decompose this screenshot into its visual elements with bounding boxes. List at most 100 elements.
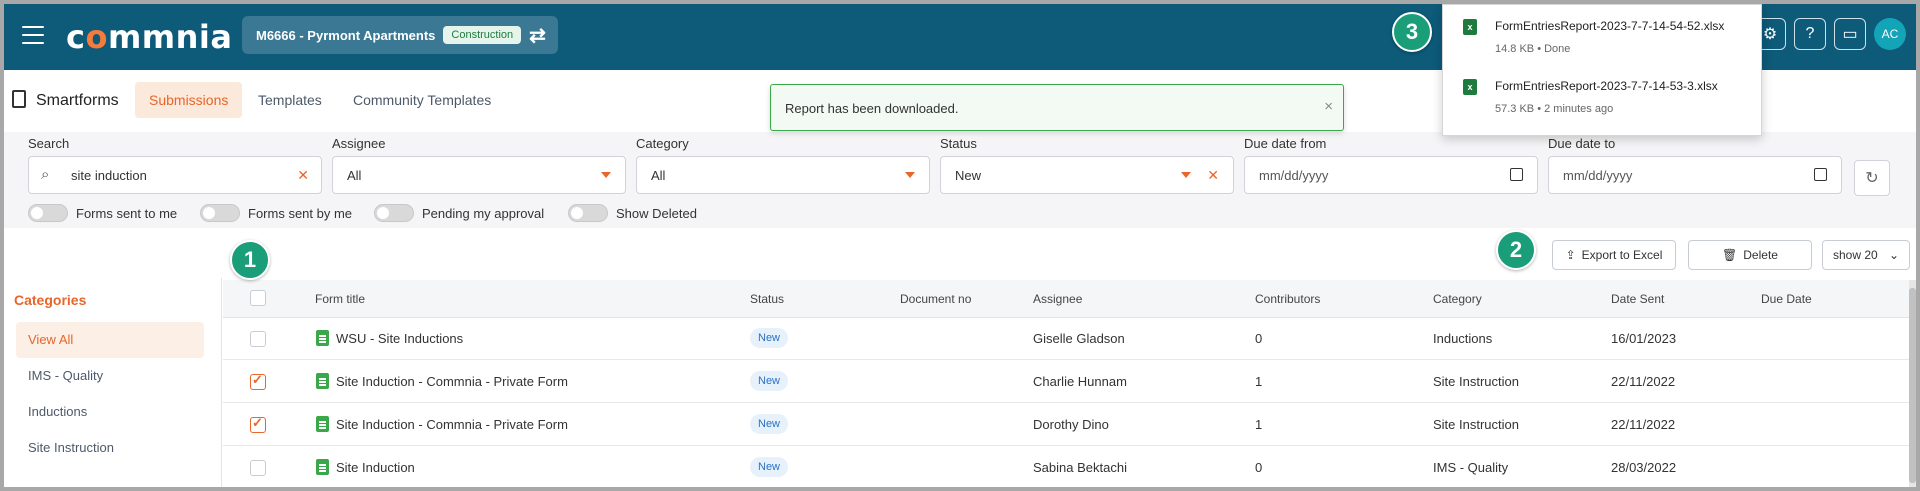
due-from-label: Due date from: [1244, 136, 1327, 151]
status-label: Status: [940, 136, 977, 151]
table-row[interactable]: Site Induction - Commnia - Private Form …: [223, 404, 1909, 446]
toggle-label: Forms sent to me: [76, 205, 178, 221]
delete-button[interactable]: 🗑 Delete: [1688, 240, 1812, 270]
form-icon: [316, 373, 329, 389]
assignee-value: All: [347, 167, 362, 183]
download-toast: Report has been downloaded. ×: [770, 84, 1344, 131]
chat-icon[interactable]: ▭: [1834, 18, 1866, 50]
toggle-show-deleted[interactable]: Show Deleted: [568, 204, 697, 222]
swap-icon[interactable]: ⇄: [529, 23, 546, 48]
step-marker-1: 1: [230, 240, 270, 280]
logo: commnia: [66, 18, 233, 56]
due-to-placeholder: mm/dd/yyyy: [1563, 167, 1633, 183]
toggle-forms-sent-by-me[interactable]: Forms sent by me: [200, 204, 352, 222]
tab-templates[interactable]: Templates: [244, 82, 336, 118]
category-item-inductions[interactable]: Inductions: [16, 394, 204, 430]
column-header-form-title[interactable]: Form title: [315, 292, 365, 306]
column-header-due-date[interactable]: Due Date: [1761, 292, 1812, 306]
select-all-checkbox[interactable]: [250, 290, 266, 306]
clear-search-icon[interactable]: ✕: [297, 167, 309, 184]
date-sent: 22/11/2022: [1611, 417, 1676, 432]
toggle-switch[interactable]: [568, 204, 608, 222]
due-from-input[interactable]: mm/dd/yyyy: [1244, 156, 1538, 194]
download-file-meta: 57.3 KB • 2 minutes ago: [1495, 103, 1614, 115]
form-title[interactable]: Site Induction - Commnia - Private Form: [336, 374, 568, 389]
form-title[interactable]: Site Induction - Commnia - Private Form: [336, 417, 568, 432]
search-input[interactable]: ⌕ site induction ✕: [28, 156, 322, 194]
calendar-icon[interactable]: [1510, 168, 1523, 181]
category-select[interactable]: All: [636, 156, 930, 194]
step-marker-2: 2: [1496, 230, 1536, 270]
download-file-name[interactable]: FormEntriesReport-2023-7-7-14-53-3.xlsx: [1495, 79, 1718, 93]
toggle-label: Show Deleted: [616, 205, 697, 221]
status-badge: New: [750, 371, 789, 391]
status-value: New: [955, 167, 982, 183]
toggle-switch[interactable]: [28, 204, 68, 222]
download-file-meta: 14.8 KB • Done: [1495, 43, 1571, 55]
table-row[interactable]: Site Induction New Sabina Bektachi 0 IMS…: [223, 447, 1909, 487]
column-header-category[interactable]: Category: [1433, 292, 1482, 306]
category: IMS - Quality: [1433, 460, 1509, 475]
toast-message: Report has been downloaded.: [785, 101, 959, 116]
category-item-site-instruction[interactable]: Site Instruction: [16, 430, 204, 466]
toggle-pending-my-approval[interactable]: Pending my approval: [374, 204, 544, 222]
column-header-document-no[interactable]: Document no: [900, 292, 971, 306]
contributors: 1: [1255, 417, 1263, 432]
category-item-view-all[interactable]: View All: [16, 322, 204, 358]
export-label: Export to Excel: [1581, 248, 1663, 262]
due-to-label: Due date to: [1548, 136, 1616, 151]
close-icon[interactable]: ×: [1324, 98, 1333, 115]
column-header-date-sent[interactable]: Date Sent: [1611, 292, 1664, 306]
toggle-switch[interactable]: [374, 204, 414, 222]
toggle-switch[interactable]: [200, 204, 240, 222]
calendar-icon[interactable]: [1814, 168, 1827, 181]
status-badge: New: [750, 414, 789, 434]
project-selector[interactable]: M6666 - Pyrmont Apartments Construction …: [242, 16, 558, 54]
clear-status-icon[interactable]: ✕: [1207, 167, 1219, 184]
row-checkbox[interactable]: [250, 372, 266, 390]
download-item[interactable]: x FormEntriesReport-2023-7-7-14-53-3.xls…: [1443, 67, 1763, 127]
project-status-badge: Construction: [443, 26, 522, 44]
toggle-forms-sent-to-me[interactable]: Forms sent to me: [28, 204, 177, 222]
tab-community-templates[interactable]: Community Templates: [339, 82, 505, 118]
column-header-status[interactable]: Status: [750, 292, 784, 306]
form-title[interactable]: Site Induction: [336, 460, 415, 475]
page-size-select[interactable]: show 20 ⌄: [1822, 240, 1910, 270]
filter-panel: Search ⌕ site induction ✕ Assignee All C…: [4, 132, 1916, 228]
form-title[interactable]: WSU - Site Inductions: [336, 331, 463, 346]
column-header-assignee[interactable]: Assignee: [1033, 292, 1082, 306]
chevron-down-icon: [1181, 172, 1191, 178]
toggle-label: Pending my approval: [422, 205, 545, 221]
scrollbar-thumb[interactable]: [1909, 288, 1916, 483]
export-to-excel-button[interactable]: ⇪ Export to Excel: [1552, 240, 1676, 270]
help-icon[interactable]: ?: [1794, 18, 1826, 50]
assignee: Giselle Gladson: [1033, 331, 1125, 346]
column-header-contributors[interactable]: Contributors: [1255, 292, 1320, 306]
form-icon: [316, 330, 329, 346]
status-select[interactable]: New ✕: [940, 156, 1234, 194]
category: Site Instruction: [1433, 374, 1519, 389]
avatar[interactable]: AC: [1874, 18, 1906, 50]
assignee-select[interactable]: All: [332, 156, 626, 194]
categories-title: Categories: [14, 292, 87, 308]
row-checkbox[interactable]: [250, 460, 266, 476]
due-to-input[interactable]: mm/dd/yyyy: [1548, 156, 1842, 194]
category-item-ims-quality[interactable]: IMS - Quality: [16, 358, 204, 394]
table-row[interactable]: WSU - Site Inductions New Giselle Gladso…: [223, 318, 1909, 360]
tab-submissions[interactable]: Submissions: [135, 82, 243, 118]
smartforms-icon: [12, 90, 26, 108]
menu-icon[interactable]: [22, 26, 44, 44]
toggle-label: Forms sent by me: [248, 205, 353, 221]
row-checkbox[interactable]: [250, 331, 266, 347]
status-badge: New: [750, 457, 789, 477]
step-marker-3: 3: [1392, 12, 1432, 52]
category: Site Instruction: [1433, 417, 1519, 432]
download-file-name[interactable]: FormEntriesReport-2023-7-7-14-54-52.xlsx: [1495, 19, 1724, 33]
download-item[interactable]: x FormEntriesReport-2023-7-7-14-54-52.xl…: [1443, 7, 1763, 67]
refresh-icon[interactable]: ↻: [1854, 160, 1890, 196]
table-scrollbar[interactable]: [1909, 280, 1916, 487]
row-checkbox[interactable]: [250, 415, 266, 433]
table-row[interactable]: Site Induction - Commnia - Private Form …: [223, 361, 1909, 403]
contributors: 0: [1255, 331, 1263, 346]
date-sent: 28/03/2022: [1611, 460, 1677, 475]
